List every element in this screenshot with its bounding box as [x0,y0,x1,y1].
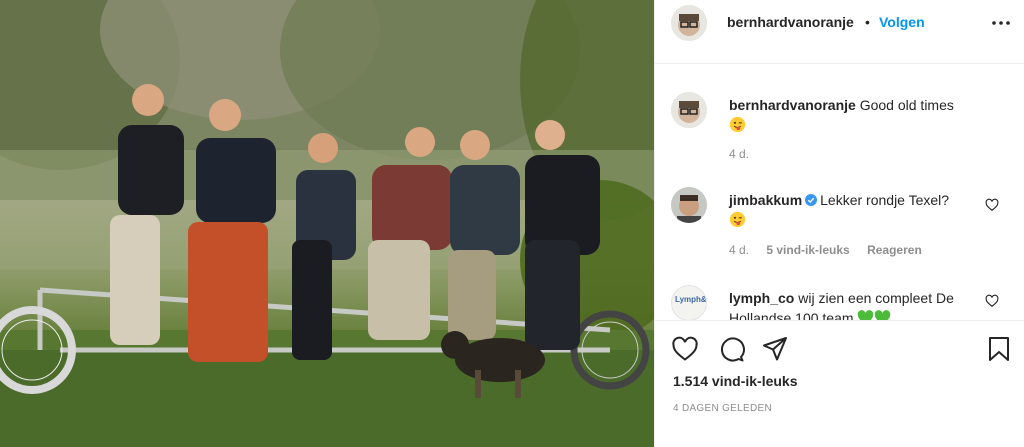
comment-avatar[interactable] [671,187,707,223]
header-avatar[interactable] [671,5,707,41]
verified-badge-icon [805,194,818,206]
like-comment-heart-icon[interactable] [985,198,999,212]
lymph-co-logo: Lymph&Co [675,295,707,304]
comment-time[interactable]: 4 d. [729,243,749,257]
comment-avatar[interactable]: Lymph&Co [671,285,707,320]
winking-tongue-emoji-icon [729,211,746,228]
post-header: bernhardvanoranje • Volgen [655,0,1024,64]
comments-list[interactable]: bernhardvanoranje Good old times 4 d. ji… [655,65,1024,320]
post-actions: 1.514 vind-ik-leuks 4 DAGEN GELEDEN [655,320,1024,447]
comment-username[interactable]: jimbakkum [729,192,802,208]
header-username[interactable]: bernhardvanoranje [727,14,854,30]
comment-bubble-icon[interactable] [717,335,745,363]
comment-text: Good old times [859,97,954,113]
avatar-face-icon [671,187,707,223]
like-heart-icon[interactable] [671,335,699,363]
comment-meta: 4 d. [729,147,763,161]
green-heart-emoji-icon [875,310,891,320]
comment-body: lymph_co wij zien een compleet De Hollan… [729,288,969,320]
comment-meta: 4 d. 5 vind-ik-leuks Reageren [729,243,936,257]
photo-scene [0,0,654,447]
bookmark-save-icon[interactable] [985,335,1013,363]
comment-text: Lekker rondje Texel? [820,192,950,208]
comment-body: jimbakkum Lekker rondje Texel? [729,190,969,230]
reply-button[interactable]: Reageren [867,243,922,257]
avatar-face-icon [671,92,707,128]
post-side-panel: bernhardvanoranje • Volgen bernhardvanor… [654,0,1024,447]
green-heart-emoji-icon [858,310,874,320]
header-separator: • [865,14,870,30]
comment-time[interactable]: 4 d. [729,147,749,161]
follow-button[interactable]: Volgen [879,14,925,30]
more-options-icon[interactable] [989,14,1013,32]
share-paper-plane-icon[interactable] [761,335,789,363]
avatar-face-icon [671,5,707,41]
comment-avatar[interactable] [671,92,707,128]
comment-likes[interactable]: 5 vind-ik-leuks [766,243,849,257]
comment-username[interactable]: bernhardvanoranje [729,97,856,113]
post-photo[interactable] [0,0,654,447]
like-count[interactable]: 1.514 vind-ik-leuks [673,373,798,389]
comment-username[interactable]: lymph_co [729,290,794,306]
post-date[interactable]: 4 DAGEN GELEDEN [673,403,772,414]
comment-body: bernhardvanoranje Good old times [729,95,969,135]
like-comment-heart-icon[interactable] [985,294,999,308]
winking-tongue-emoji-icon [729,116,746,133]
